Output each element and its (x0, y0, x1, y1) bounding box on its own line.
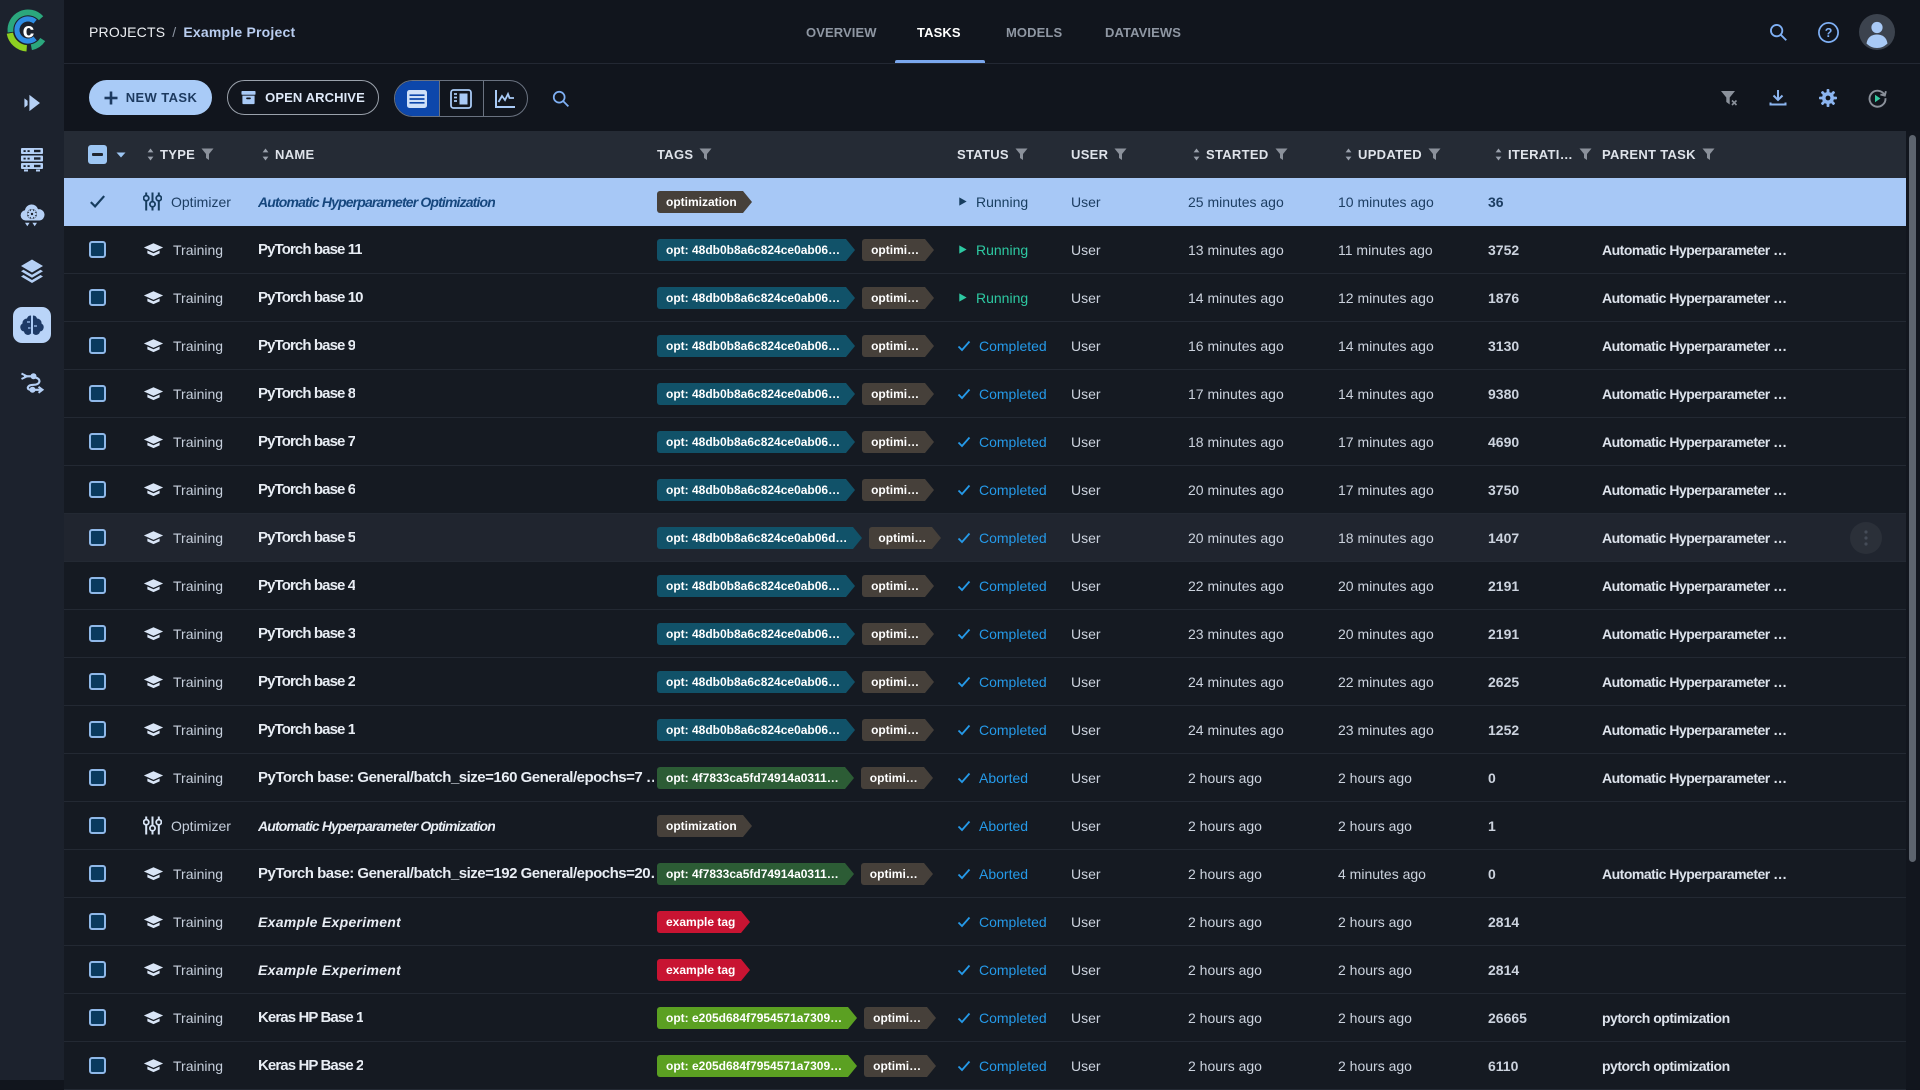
svg-text:?: ? (1825, 26, 1833, 40)
svg-text:c: c (23, 20, 35, 43)
